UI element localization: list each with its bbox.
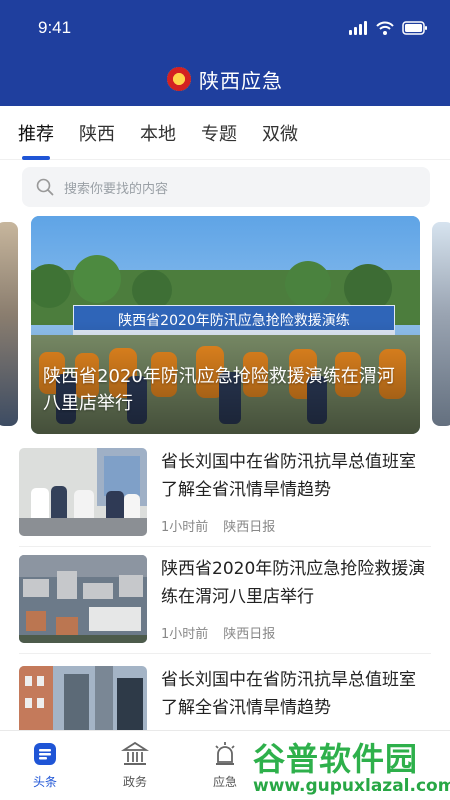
battery-icon [402,21,427,35]
news-photo-2 [19,555,147,643]
news-thumbnail-2 [19,555,147,643]
nav-emergency-label: 应急 [212,775,237,789]
app-title: 陕西应急 [199,68,283,93]
app-screen: 9:41 陕西应急 推荐 陕西 本地 专题 双微 搜索你要找的内容 陕西省202… [0,0,450,800]
carousel-prev-card[interactable] [0,222,18,426]
tab-topics[interactable]: 专题 [201,116,237,150]
search-placeholder: 搜索你要找的内容 [64,181,169,197]
news-meta-1: 1小时前 陕西日报 [161,516,275,535]
signal-icon [349,21,367,35]
news-title-2: 陕西省2020年防汛应急抢险救援演练在渭河八里店举行 [161,559,426,607]
news-meta-2: 1小时前 陕西日报 [161,623,275,642]
status-icons [348,20,428,36]
news-source-1: 陕西日报 [223,520,276,535]
emergency-alarm-icon [210,739,240,769]
app-header: 9:41 陕西应急 [0,0,450,106]
national-emblem-icon [167,67,191,91]
news-photo-1 [19,448,147,536]
headline-icon [30,739,60,769]
site-watermark: 谷普软件园 www.gupuxlazal.com [241,734,450,800]
watermark-line1: 谷普软件园 [253,740,419,778]
search-input[interactable]: 搜索你要找的内容 [22,167,430,207]
banner-caption: 陕西省2020年防汛应急抢险救援演练在渭河八里店举行 [43,366,395,414]
news-item-2[interactable]: 陕西省2020年防汛应急抢险救援演练在渭河八里店举行 1小时前 陕西日报 [19,555,431,655]
tab-shaanxi[interactable]: 陕西 [79,116,115,150]
search-icon [36,178,54,196]
banner-card[interactable]: 陕西省2020年防汛应急抢险救援演练 陕西省2020年防汛应急抢 [31,216,420,434]
tab-social[interactable]: 双微 [262,116,298,150]
news-thumbnail-1 [19,448,147,536]
news-time-1: 1小时前 [161,520,209,535]
news-title-1: 省长刘国中在省防汛抗旱总值班室了解全省汛情旱情趋势 [161,452,416,500]
news-item-1[interactable]: 省长刘国中在省防汛抗旱总值班室了解全省汛情旱情趋势 1小时前 陕西日报 [19,448,431,548]
status-bar: 9:41 [0,0,450,56]
tab-recommend[interactable]: 推荐 [18,116,54,160]
news-divider [19,653,431,654]
government-icon [120,739,150,769]
news-time-2: 1小时前 [161,627,209,642]
nav-headline-label: 头条 [32,775,57,789]
category-tabs: 推荐 陕西 本地 专题 双微 [0,106,450,160]
header-title-row: 陕西应急 [0,62,450,96]
watermark-line2: www.gupuxlazal.com [253,776,450,796]
news-divider [19,546,431,547]
status-time: 9:41 [38,18,72,37]
news-title-3: 省长刘国中在省防汛抗旱总值班室了解全省汛情旱情趋势 [161,670,416,718]
nav-government[interactable]: 政务 [109,739,161,790]
nav-headline[interactable]: 头条 [19,739,71,790]
news-source-2: 陕西日报 [223,627,276,642]
tab-local[interactable]: 本地 [140,116,176,150]
nav-government-label: 政务 [122,775,147,789]
wifi-icon [376,21,394,35]
carousel-next-card[interactable] [432,222,450,426]
